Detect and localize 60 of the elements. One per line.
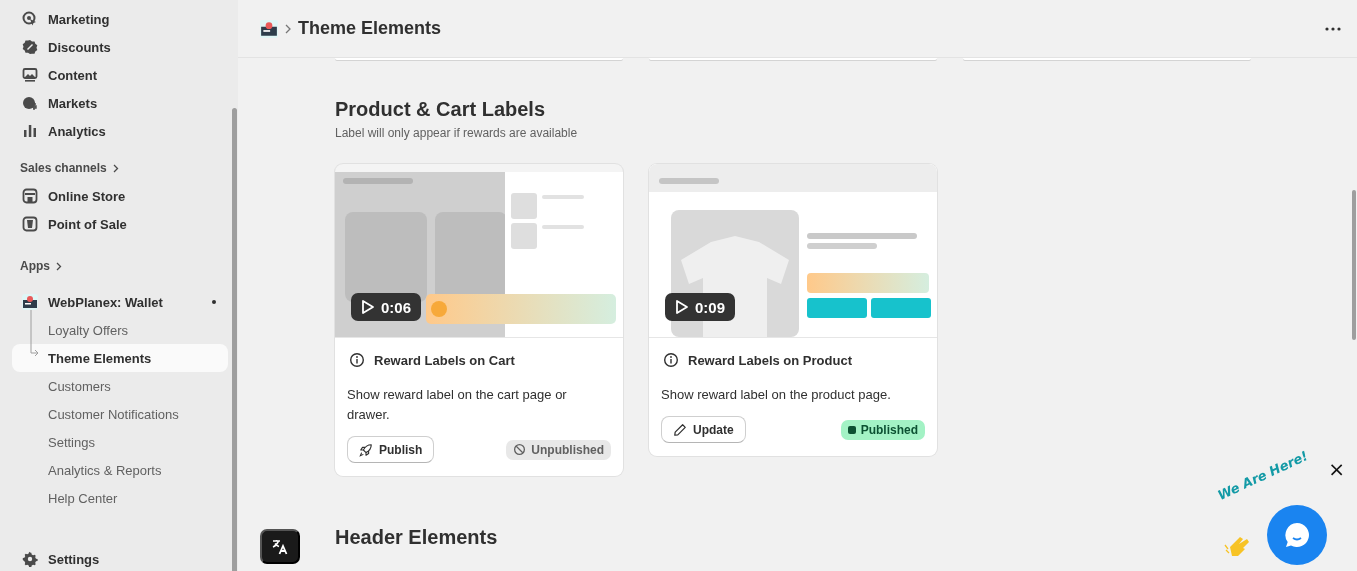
- play-icon: [361, 299, 375, 315]
- scrollbar[interactable]: [1352, 190, 1356, 340]
- nav-item[interactable]: Settings: [0, 545, 238, 571]
- more-icon[interactable]: [1325, 26, 1341, 31]
- nav-subitem[interactable]: Analytics & Reports: [12, 456, 228, 484]
- update-button[interactable]: Update: [661, 416, 746, 443]
- scrollbar[interactable]: [232, 108, 237, 571]
- nav-item[interactable]: Marketing: [0, 5, 238, 33]
- card-title: Reward Labels on Cart: [374, 352, 515, 368]
- info-icon: [663, 352, 679, 368]
- play-icon: [675, 299, 689, 315]
- nav-subitem[interactable]: Loyalty Offers: [12, 316, 228, 344]
- chevron-icon: [56, 261, 62, 271]
- info-icon: [349, 352, 365, 368]
- close-button[interactable]: ×: [1328, 460, 1345, 478]
- nav-item[interactable]: WebPlanex: Wallet: [48, 294, 163, 310]
- section-heading[interactable]: Apps: [20, 259, 50, 273]
- store-icon: [22, 188, 38, 204]
- section-subtitle: Label will only appear if rewards are available: [335, 126, 579, 140]
- bar-chart-icon: [22, 123, 38, 139]
- target-icon: [22, 11, 38, 27]
- nav-subitem[interactable]: Customers: [12, 372, 228, 400]
- card-title: Reward Labels on Product: [688, 352, 852, 368]
- tree-connector: [30, 310, 40, 358]
- section-heading[interactable]: Sales channels: [20, 161, 107, 175]
- chevron-icon: [284, 23, 292, 34]
- card-description: Show reward label on the cart page or drawer.: [347, 386, 568, 424]
- nav-item[interactable]: Online Store: [0, 182, 238, 210]
- translate-icon: [271, 537, 289, 556]
- chevron-icon: [112, 163, 119, 173]
- card-description: Show reward label on the product page.: [661, 386, 892, 404]
- app-icon: [260, 19, 278, 38]
- pencil-icon: [673, 422, 687, 437]
- page-title: Theme Elements: [298, 18, 442, 39]
- image-icon: [22, 67, 38, 83]
- chat-button[interactable]: [1267, 505, 1327, 565]
- publish-button[interactable]: Publish: [347, 436, 435, 463]
- translate-button[interactable]: [260, 529, 300, 564]
- rocket-icon: [359, 442, 373, 457]
- section-title: Header Elements: [335, 526, 498, 549]
- nav-subitem[interactable]: Help Center: [12, 484, 228, 512]
- nav-subitem[interactable]: Theme Elements: [12, 344, 228, 372]
- nav-item[interactable]: Analytics: [0, 117, 238, 145]
- section-title: Product & Cart Labels: [335, 98, 547, 121]
- nav-item[interactable]: Point of Sale: [0, 210, 238, 238]
- app-icon: [22, 294, 38, 310]
- video-duration[interactable]: 0:06: [351, 293, 422, 321]
- status-badge: Unpublished: [506, 439, 611, 460]
- nav-subitem[interactable]: Customer Notifications: [12, 400, 228, 428]
- nav-item[interactable]: Content: [0, 61, 238, 89]
- video-duration[interactable]: 0:09: [665, 293, 736, 321]
- discount-icon: [22, 39, 38, 55]
- ban-icon: [513, 443, 527, 456]
- chat-bubble-icon: [1282, 520, 1312, 550]
- status-badge: Published: [840, 419, 925, 440]
- gear-icon: [22, 551, 38, 567]
- pin-dot: [212, 300, 216, 304]
- nav-item[interactable]: Discounts: [0, 33, 238, 61]
- nav-item[interactable]: Markets: [0, 89, 238, 117]
- nav-subitem[interactable]: Settings: [12, 428, 228, 456]
